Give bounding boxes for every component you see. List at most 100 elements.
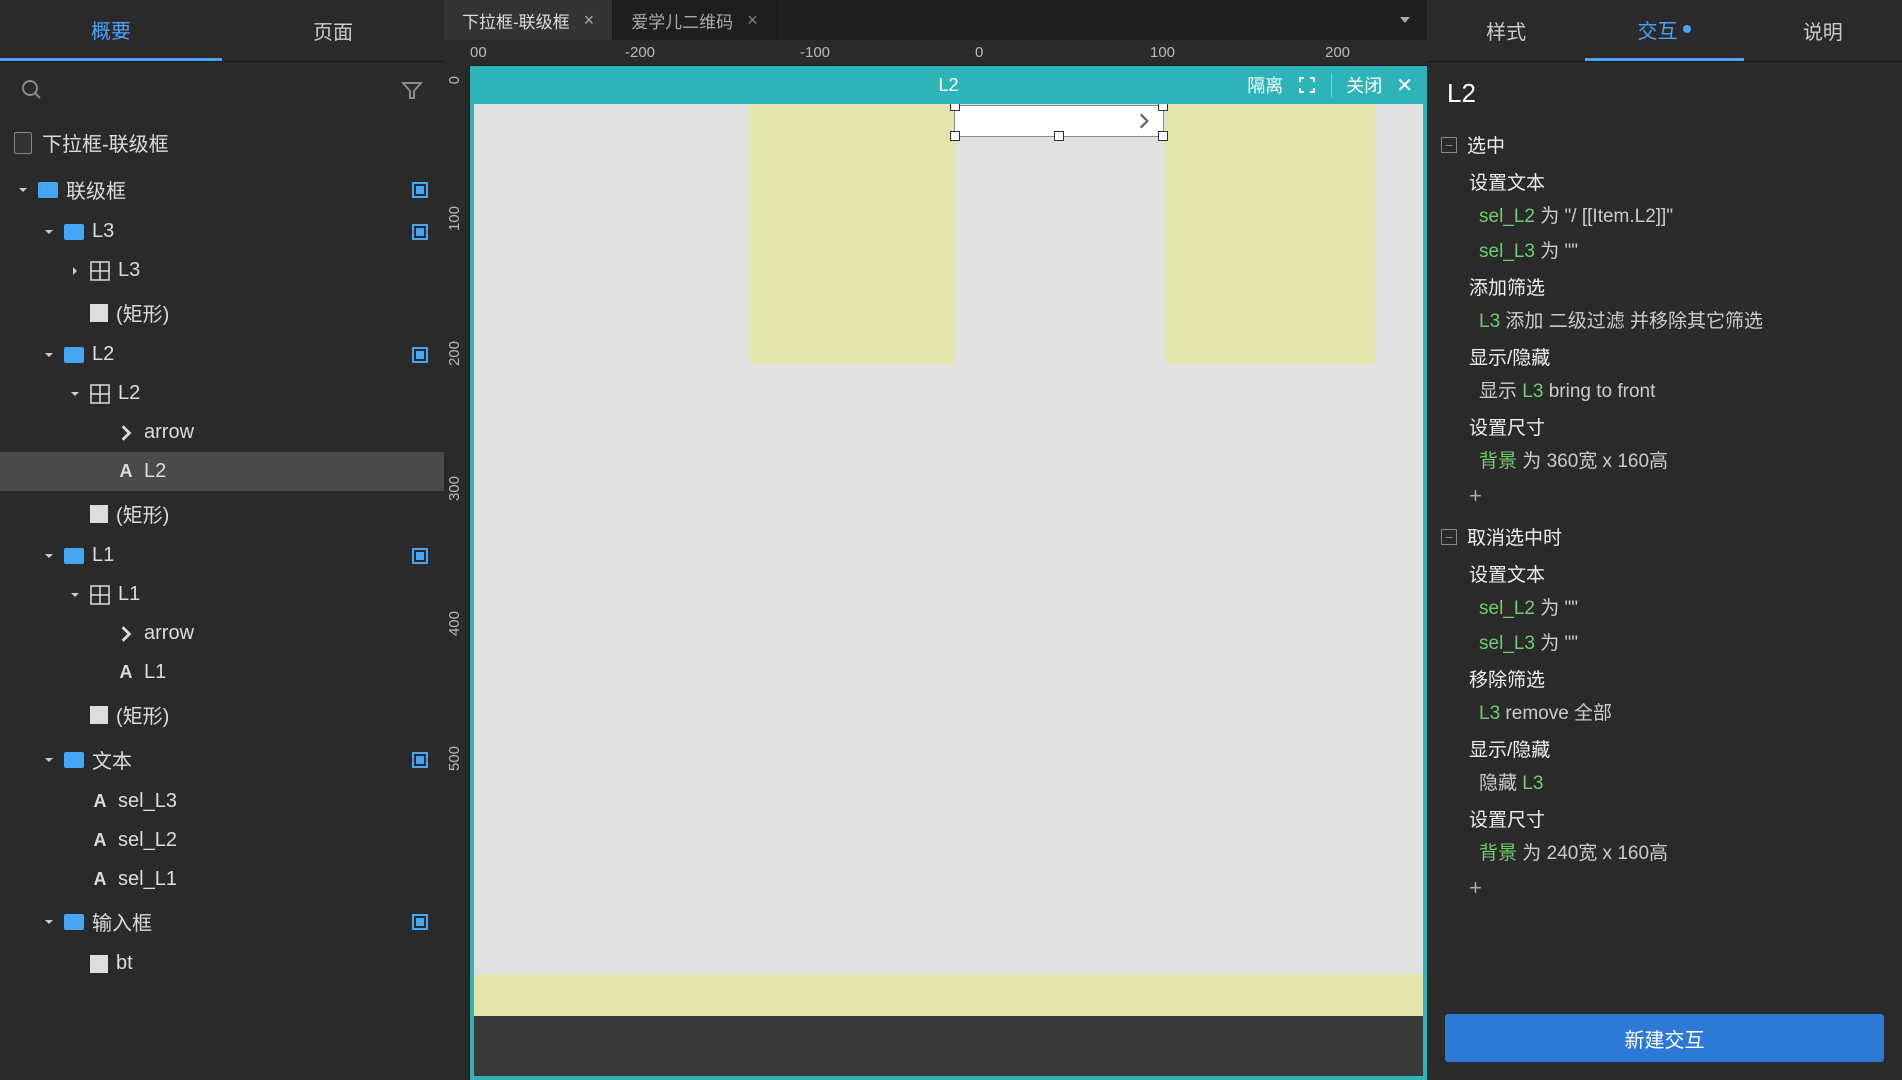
tree-page-title[interactable]: 下拉框-联级框 xyxy=(0,118,444,167)
collapse-icon[interactable]: − xyxy=(1441,529,1457,545)
interactions-list: −选中设置文本sel_L2 为 "/ [[Item.L2]]"sel_L3 为 … xyxy=(1427,125,1902,1004)
tab-style[interactable]: 样式 xyxy=(1427,0,1585,61)
ruler-tick: 400 xyxy=(446,611,463,636)
resize-handle[interactable] xyxy=(1158,131,1168,141)
caret-down-icon[interactable] xyxy=(68,588,82,602)
ix-detail[interactable]: L3 remove 全部 xyxy=(1441,696,1888,731)
filter-icon[interactable] xyxy=(400,78,424,102)
ix-action[interactable]: 设置文本 xyxy=(1441,556,1888,591)
ix-action[interactable]: 移除筛选 xyxy=(1441,661,1888,696)
ix-action[interactable]: 显示/隐藏 xyxy=(1441,731,1888,766)
tree-item[interactable]: 文本 xyxy=(0,737,444,782)
new-interaction-button[interactable]: 新建交互 xyxy=(1445,1014,1884,1062)
tree-item-label: L1 xyxy=(92,544,114,567)
tree-item[interactable]: Asel_L3 xyxy=(0,782,444,821)
ix-event-label: 取消选中时 xyxy=(1467,523,1562,550)
tree-item[interactable]: arrow xyxy=(0,614,444,653)
caret-down-icon[interactable] xyxy=(42,348,56,362)
search-icon[interactable] xyxy=(20,78,44,102)
ix-detail[interactable]: sel_L2 为 "" xyxy=(1441,591,1888,626)
tree-item-label: arrow xyxy=(144,421,194,444)
document-tabs: 下拉框-联级框×爱学儿二维码× xyxy=(444,0,1427,40)
text-icon: A xyxy=(116,462,136,482)
ix-event-label: 选中 xyxy=(1467,131,1505,158)
caret-down-icon[interactable] xyxy=(42,915,56,929)
target-indicator-icon xyxy=(412,182,428,198)
ix-detail[interactable]: sel_L3 为 "" xyxy=(1441,234,1888,269)
tab-notes[interactable]: 说明 xyxy=(1744,0,1902,61)
ruler-vertical: 0100200300400500 xyxy=(444,66,470,1080)
ix-detail[interactable]: sel_L3 为 "" xyxy=(1441,626,1888,661)
chevron-right-icon xyxy=(116,624,136,644)
target-indicator-icon xyxy=(412,548,428,564)
tree-item[interactable]: (矩形) xyxy=(0,290,444,335)
add-action-button[interactable]: + xyxy=(1441,871,1888,909)
tree-item[interactable]: arrow xyxy=(0,413,444,452)
folder-icon xyxy=(38,182,58,198)
selected-widget[interactable] xyxy=(954,105,1164,137)
tree-item-label: L2 xyxy=(118,382,140,405)
ruler-tick: 0 xyxy=(975,44,983,61)
ix-detail[interactable]: 背景 为 240宽 x 160高 xyxy=(1441,836,1888,871)
ix-event[interactable]: −取消选中时 xyxy=(1441,517,1888,556)
ix-action[interactable]: 设置尺寸 xyxy=(1441,409,1888,444)
ix-detail[interactable]: 隐藏 L3 xyxy=(1441,766,1888,801)
resize-handle[interactable] xyxy=(1054,131,1064,141)
tree-item-label: bt xyxy=(116,952,133,975)
ix-detail[interactable]: L3 添加 二级过滤 并移除其它筛选 xyxy=(1441,304,1888,339)
tree-item[interactable]: 输入框 xyxy=(0,899,444,944)
caret-right-icon[interactable] xyxy=(68,264,82,278)
ix-action[interactable]: 显示/隐藏 xyxy=(1441,339,1888,374)
collapse-icon[interactable]: − xyxy=(1441,137,1457,153)
rectangle-icon xyxy=(90,706,108,724)
ix-action[interactable]: 设置文本 xyxy=(1441,164,1888,199)
tree-item-label: 输入框 xyxy=(92,907,152,936)
ix-action[interactable]: 添加筛选 xyxy=(1441,269,1888,304)
tree-item[interactable]: AL2 xyxy=(0,452,444,491)
tab-outline[interactable]: 概要 xyxy=(0,0,222,61)
doc-tab[interactable]: 爱学儿二维码× xyxy=(613,0,777,40)
tab-interactions-label: 交互 xyxy=(1637,15,1677,44)
tree-item[interactable]: bt xyxy=(0,944,444,983)
canvas[interactable]: L2 隔离 关闭 ✕ xyxy=(470,66,1427,1080)
resize-handle[interactable] xyxy=(950,131,960,141)
tree-item[interactable]: AL1 xyxy=(0,653,444,692)
caret-down-icon[interactable] xyxy=(42,225,56,239)
ix-event[interactable]: −选中 xyxy=(1441,125,1888,164)
close-icon[interactable]: × xyxy=(584,10,595,31)
tabs-dropdown-icon[interactable] xyxy=(1383,0,1427,40)
caret-down-icon[interactable] xyxy=(16,183,30,197)
tree-item[interactable]: L1 xyxy=(0,575,444,614)
tree-item[interactable]: (矩形) xyxy=(0,491,444,536)
ix-detail[interactable]: 背景 为 360宽 x 160高 xyxy=(1441,444,1888,479)
doc-tab[interactable]: 下拉框-联级框× xyxy=(444,0,613,40)
tree-item[interactable]: Asel_L1 xyxy=(0,860,444,899)
tree-item[interactable]: (矩形) xyxy=(0,692,444,737)
caret-spacer xyxy=(94,426,108,440)
isolate-button[interactable]: 隔离 xyxy=(1247,72,1283,98)
ix-action[interactable]: 设置尺寸 xyxy=(1441,801,1888,836)
focus-icon[interactable] xyxy=(1297,75,1317,95)
ruler-tick: 300 xyxy=(446,476,463,501)
ix-detail[interactable]: 显示 L3 bring to front xyxy=(1441,374,1888,409)
search-row xyxy=(0,62,444,118)
ix-detail[interactable]: sel_L2 为 "/ [[Item.L2]]" xyxy=(1441,199,1888,234)
tab-interactions[interactable]: 交互 xyxy=(1585,0,1743,61)
caret-down-icon[interactable] xyxy=(42,753,56,767)
close-icon[interactable]: ✕ xyxy=(1396,73,1413,98)
add-action-button[interactable]: + xyxy=(1441,479,1888,517)
close-isolation-button[interactable]: 关闭 xyxy=(1346,72,1382,98)
close-icon[interactable]: × xyxy=(747,10,758,31)
caret-down-icon[interactable] xyxy=(42,549,56,563)
tree-item[interactable]: L3 xyxy=(0,251,444,290)
tab-pages[interactable]: 页面 xyxy=(222,0,444,61)
tree-item[interactable]: 联级框 xyxy=(0,167,444,212)
repeater-icon xyxy=(90,261,110,281)
tree-item[interactable]: Asel_L2 xyxy=(0,821,444,860)
tree-item[interactable]: L2 xyxy=(0,374,444,413)
caret-down-icon[interactable] xyxy=(68,387,82,401)
rectangle-icon xyxy=(90,955,108,973)
tree-item[interactable]: L2 xyxy=(0,335,444,374)
tree-item[interactable]: L3 xyxy=(0,212,444,251)
tree-item[interactable]: L1 xyxy=(0,536,444,575)
